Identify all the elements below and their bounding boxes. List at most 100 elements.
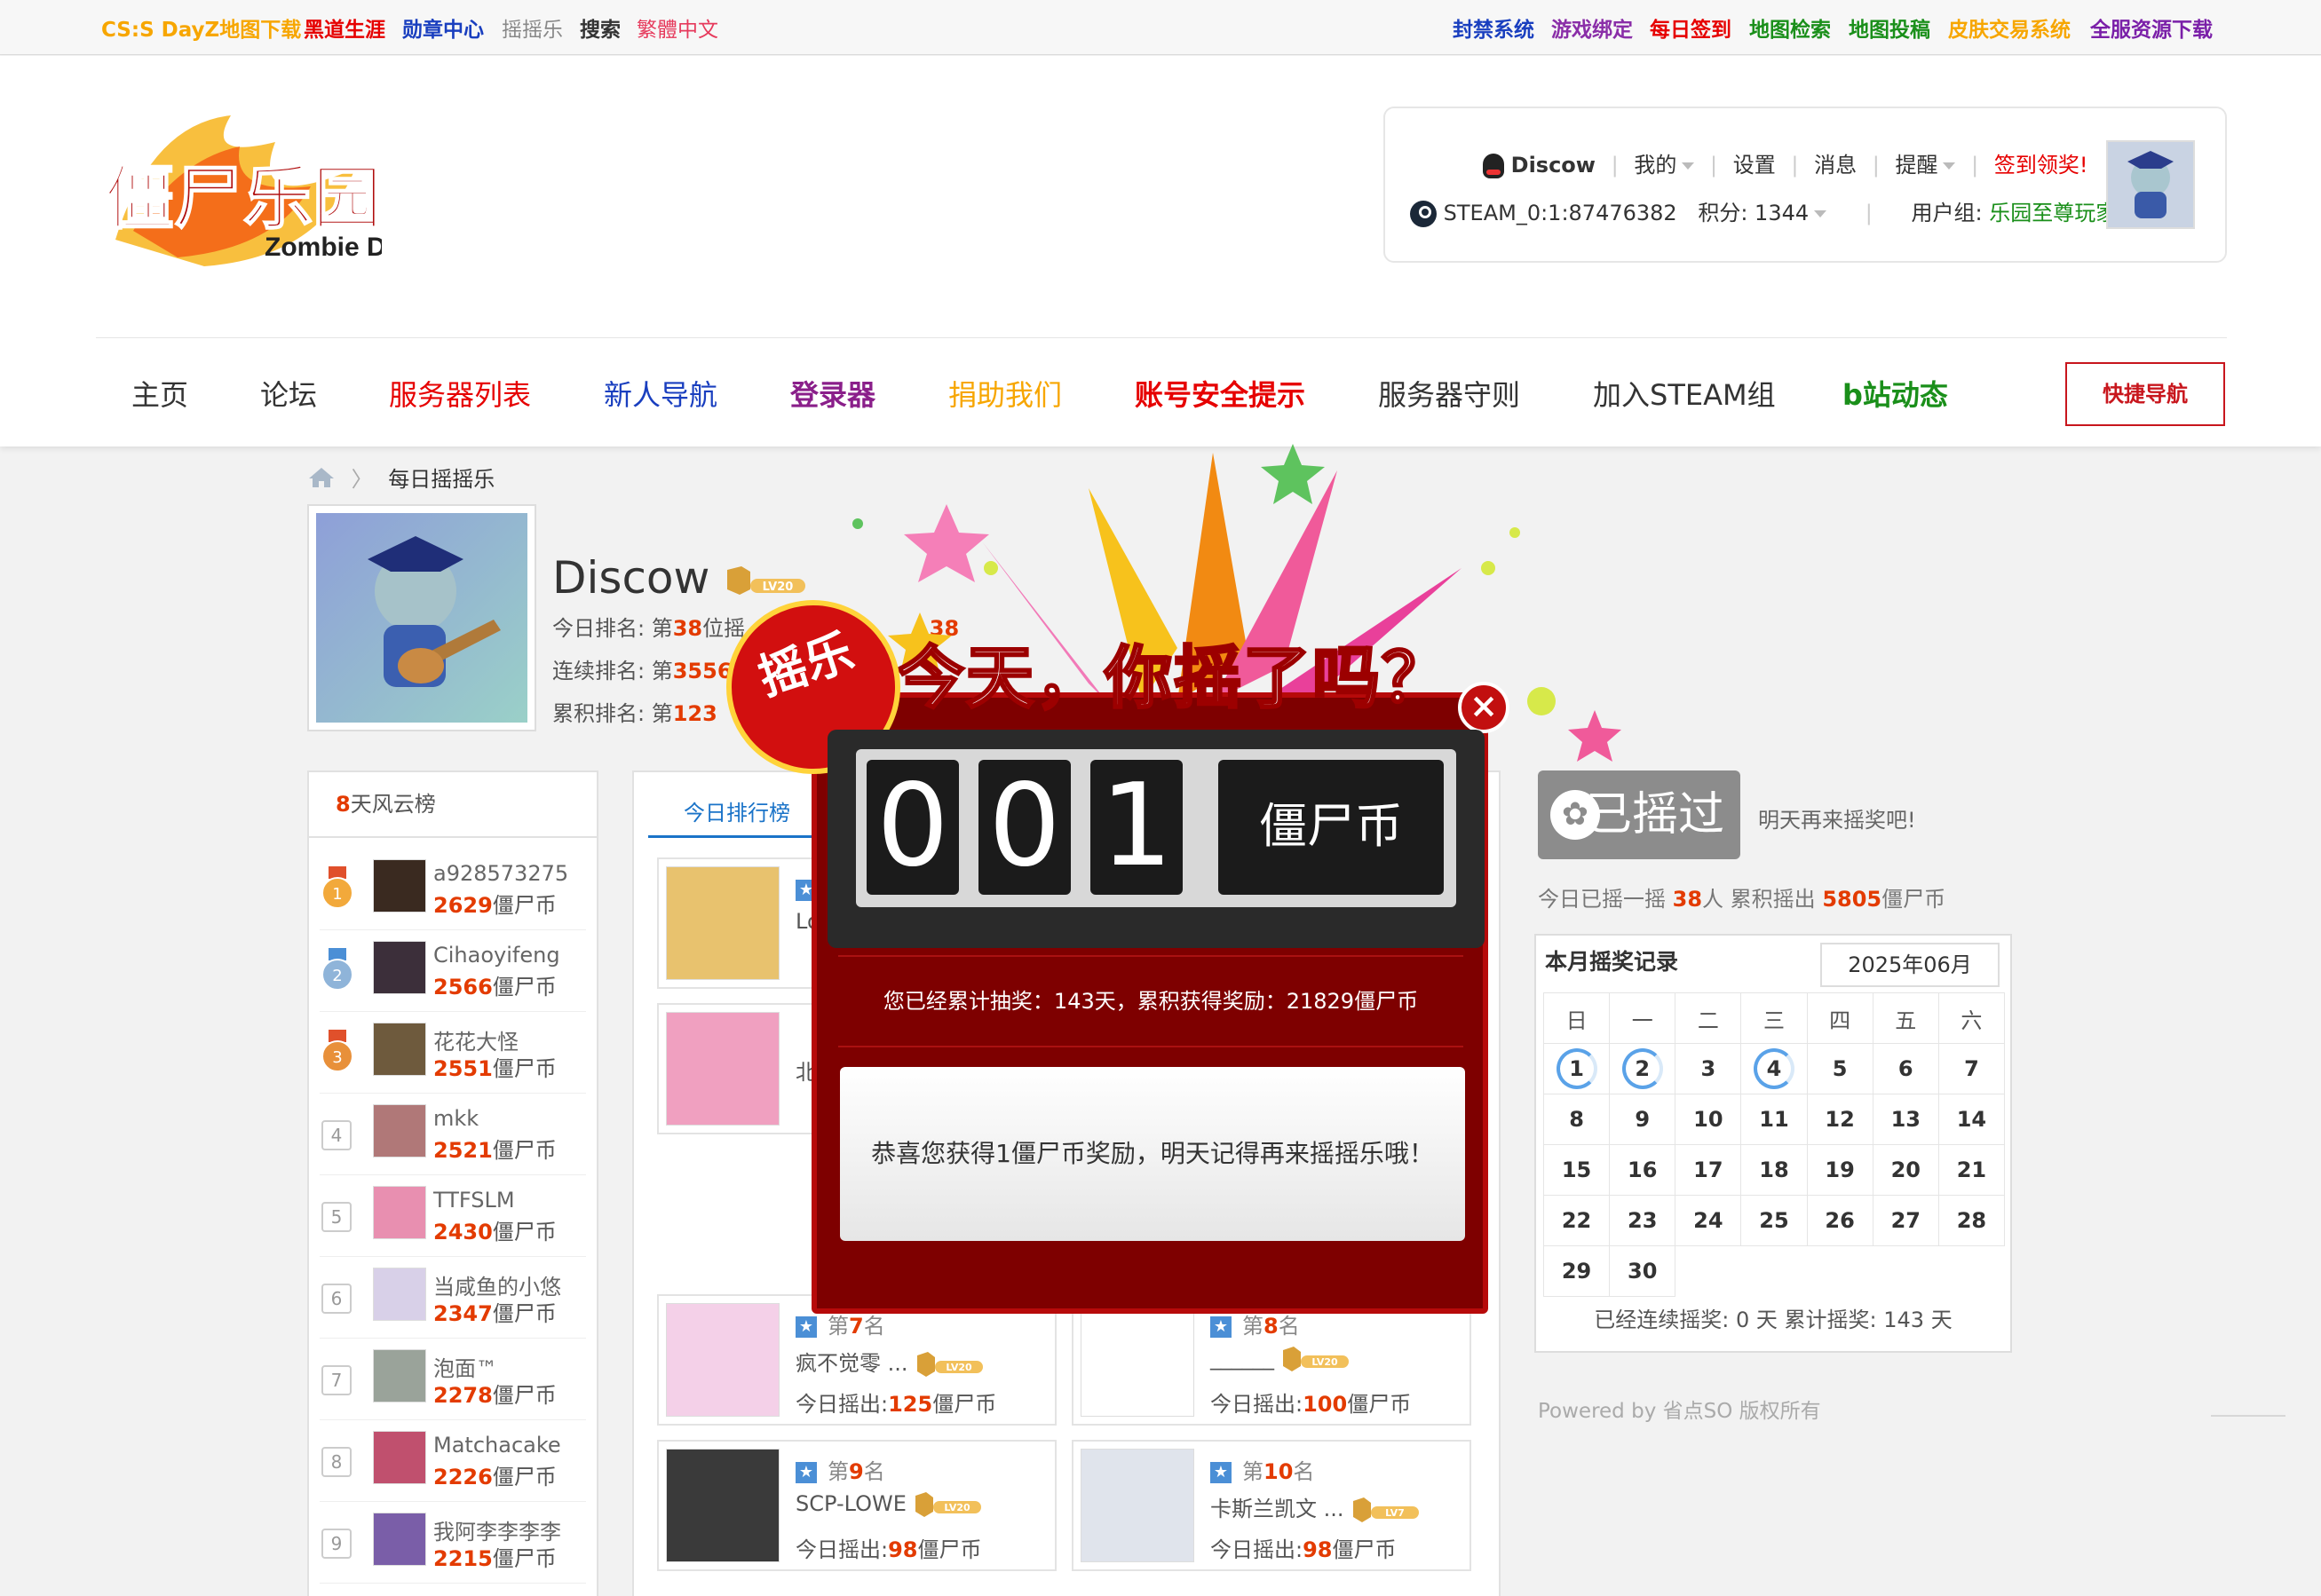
topbar-link-map-search[interactable]: 地图检索 <box>1749 12 1831 43</box>
ranking-username[interactable]: 卡斯兰凯文 ... LV7 <box>1210 1491 1421 1522</box>
calendar-weekday: 六 <box>1937 992 2006 1044</box>
points-menu[interactable]: 积分: 1344 <box>1698 201 1827 225</box>
leaderboard-avatar[interactable] <box>373 1104 426 1157</box>
username-link[interactable]: Discow <box>1511 153 1596 178</box>
leaderboard-row[interactable]: 1 a928573275 2629僵尸币 <box>320 850 586 930</box>
leaderboard-row[interactable]: 5 TTFSLM 2430僵尸币 <box>320 1177 586 1257</box>
topbar-link-gangster[interactable]: 黑道生涯 <box>304 12 385 43</box>
calendar-day: 13 <box>1872 1094 1939 1145</box>
topbar-link-traditional[interactable]: 繁體中文 <box>637 12 718 43</box>
calendar-day: 26 <box>1806 1195 1873 1246</box>
nav-account-security[interactable]: 账号安全提示 <box>1135 373 1305 414</box>
topbar-link-medals[interactable]: 勋章中心 <box>402 12 484 43</box>
home-icon[interactable] <box>307 466 336 494</box>
popup-close-button[interactable]: × <box>1458 682 1509 733</box>
leaderboard-username[interactable]: a928573275 <box>433 861 568 886</box>
rank-number: 5 <box>321 1202 352 1232</box>
logo-subtext: Zombie Den <box>265 233 382 262</box>
nav-newbie-guide[interactable]: 新人导航 <box>604 373 717 414</box>
calendar-day: 29 <box>1542 1245 1611 1297</box>
leaderboard-username[interactable]: mkk <box>433 1106 479 1131</box>
topbar-link-resources[interactable]: 全服资源下载 <box>2090 12 2213 43</box>
leaderboard-score: 2566僵尸币 <box>433 975 557 999</box>
ranking-avatar[interactable] <box>1081 1449 1194 1562</box>
profile-avatar <box>307 504 536 731</box>
checkin-link[interactable]: 签到领奖! <box>1994 153 2088 178</box>
nav-home[interactable]: 主页 <box>131 373 188 414</box>
leaderboard-avatar[interactable] <box>373 1268 426 1321</box>
leaderboard-avatar[interactable] <box>373 1431 426 1484</box>
user-avatar[interactable] <box>2106 140 2195 229</box>
leaderboard-row[interactable]: 9 我阿李李李李 2215僵尸币 <box>320 1504 586 1584</box>
topbar-link-search[interactable]: 搜索 <box>580 12 621 43</box>
leaderboard-avatar[interactable] <box>373 1186 426 1239</box>
leaderboard-row[interactable]: 6 当咸鱼的小悠 2347僵尸币 <box>320 1259 586 1339</box>
coin-counter: 0 0 1 僵尸币 <box>828 730 1485 948</box>
leaderboard-row[interactable]: 2 Cihaoyifeng 2566僵尸币 <box>320 932 586 1012</box>
already-shaken-button: ✿ 已摇过 <box>1538 770 1740 859</box>
nav-launcher[interactable]: 登录器 <box>790 373 875 414</box>
ranking-username[interactable]: 疯不觉零 ... LV20 <box>796 1346 985 1377</box>
nav-bilibili[interactable]: b站动态 <box>1842 373 1948 414</box>
messages-link[interactable]: 消息 <box>1814 153 1857 178</box>
ranking-avatar[interactable] <box>666 1303 780 1417</box>
leaderboard-username[interactable]: Matchacake <box>433 1433 561 1458</box>
topbar-link-ban-system[interactable]: 封禁系统 <box>1453 12 1534 43</box>
steam-id: STEAM_0:1:87476382 <box>1443 201 1677 225</box>
topbar-link-game-bind[interactable]: 游戏绑定 <box>1551 12 1633 43</box>
ranking-card[interactable]: ★ 第9名 SCP-LOWE LV20 今日摇出:98僵尸币 <box>657 1440 1057 1571</box>
topbar-link-shake[interactable]: 摇摇乐 <box>502 12 563 43</box>
nav-join-steam-group[interactable]: 加入STEAM组 <box>1593 373 1776 414</box>
topbar-link-daily-checkin[interactable]: 每日签到 <box>1650 12 1731 43</box>
ranking-username[interactable]: ______ LV20 <box>1210 1346 1351 1371</box>
user-info-box: Discow | 我的 | 设置 | 消息 | 提醒 | 签到领奖! | 退出 … <box>1383 107 2227 263</box>
leaderboard-row[interactable]: 8 Matchacake 2226僵尸币 <box>320 1422 586 1502</box>
ranking-avatar[interactable] <box>666 1012 780 1126</box>
svg-text:3: 3 <box>332 1048 342 1067</box>
leaderboard-username[interactable]: Cihaoyifeng <box>433 943 560 968</box>
breadcrumb-current: 每日摇摇乐 <box>388 467 495 492</box>
leaderboard-row[interactable]: 3 花花大怪 2551僵尸币 <box>320 1014 586 1094</box>
steam-icon <box>1410 201 1437 227</box>
counter-digit-3: 1 <box>1090 760 1183 895</box>
calendar-weekday: 五 <box>1872 992 1939 1044</box>
calendar-footer: 已经连续摇奖: 0 天 累计摇奖: 143 天 <box>1594 1308 1953 1332</box>
site-logo[interactable]: 僵尸乐园 Zombie Den <box>98 107 417 275</box>
calendar-day: 28 <box>1937 1195 2006 1246</box>
rank-star-icon: ★ <box>1210 1316 1232 1338</box>
level-badge: LV20 <box>915 1492 981 1517</box>
powered-by: Powered by 省点SO 版权所有 <box>1538 1400 1821 1423</box>
ranking-avatar[interactable] <box>666 866 780 980</box>
topbar-link-skin-trade[interactable]: 皮肤交易系统 <box>1948 12 2071 43</box>
nav-server-list[interactable]: 服务器列表 <box>389 373 531 414</box>
calendar-day: 10 <box>1675 1094 1742 1145</box>
quick-nav-button[interactable]: 快捷导航 <box>2065 362 2225 426</box>
calendar-day: 4 <box>1740 1043 1808 1094</box>
ranking-username[interactable]: SCP-LOWE LV20 <box>796 1491 983 1517</box>
topbar-link-map-submit[interactable]: 地图投稿 <box>1849 12 1930 43</box>
counter-digit-2: 0 <box>978 760 1071 895</box>
leaderboard-avatar[interactable] <box>373 1023 426 1076</box>
my-menu[interactable]: 我的 <box>1634 153 1695 178</box>
ranking-card[interactable]: ★ 第10名 卡斯兰凯文 ... LV7 今日摇出:98僵尸币 <box>1072 1440 1471 1571</box>
leaderboard-row[interactable]: 4 mkk 2521僵尸币 <box>320 1095 586 1175</box>
nav-server-rules[interactable]: 服务器守则 <box>1378 373 1520 414</box>
ranking-avatar[interactable] <box>666 1449 780 1562</box>
ranking-avatar[interactable] <box>1081 1303 1194 1417</box>
nav-forum[interactable]: 论坛 <box>260 373 317 414</box>
topbar-link-dayz-maps[interactable]: CS:S DayZ地图下载 <box>101 12 301 43</box>
reminders-menu[interactable]: 提醒 <box>1895 153 1956 178</box>
calendar-month-selector[interactable]: 2025年06月 <box>1820 943 2000 987</box>
leaderboard-avatar[interactable] <box>373 1349 426 1402</box>
leaderboard-username[interactable]: TTFSLM <box>433 1188 515 1213</box>
ranking-card[interactable]: ★ 第8名 ______ LV20 今日摇出:100僵尸币 <box>1072 1294 1471 1426</box>
tab-today-ranking[interactable]: 今日排行榜 <box>648 788 826 838</box>
calendar-day: 27 <box>1872 1195 1939 1246</box>
nav-donate[interactable]: 捐助我们 <box>948 373 1062 414</box>
leaderboard-avatar[interactable] <box>373 941 426 994</box>
leaderboard-avatar[interactable] <box>373 859 426 913</box>
leaderboard-avatar[interactable] <box>373 1513 426 1566</box>
ranking-card[interactable]: ★ 第7名 疯不觉零 ... LV20 今日摇出:125僵尸币 <box>657 1294 1057 1426</box>
settings-link[interactable]: 设置 <box>1733 153 1776 178</box>
leaderboard-row[interactable]: 7 泡面™ 2278僵尸币 <box>320 1340 586 1420</box>
